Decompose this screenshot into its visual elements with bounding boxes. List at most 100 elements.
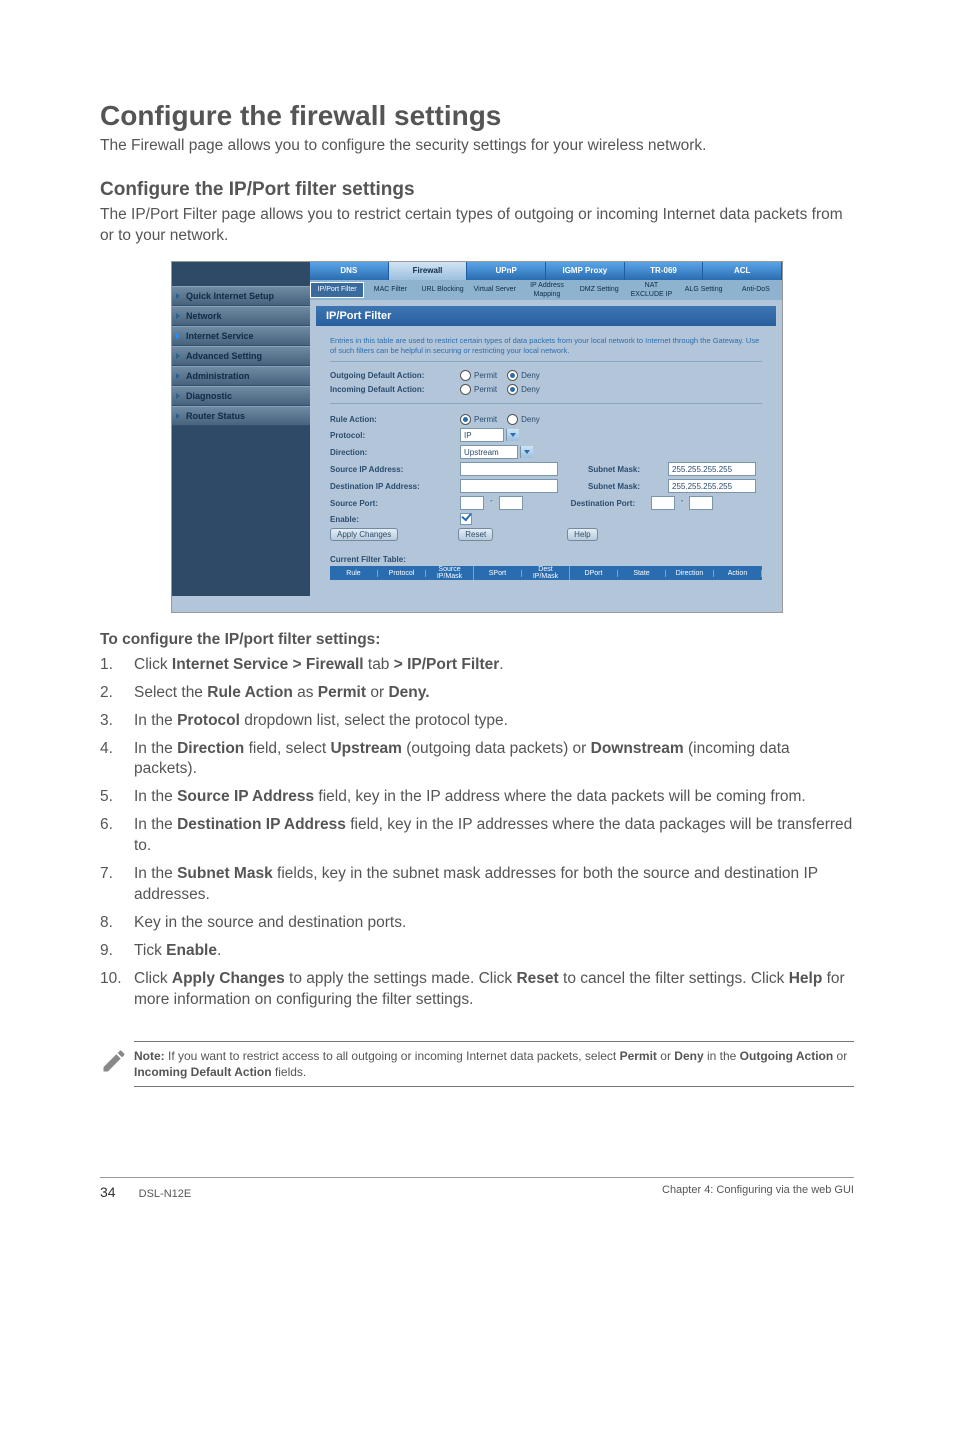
outgoing-deny-radio[interactable] [507,370,518,381]
sidebar: Quick Internet Setup Network Internet Se… [172,262,310,596]
step-4: In the Direction field, select Upstream … [100,739,854,781]
panel-info: Entries in this table are used to restri… [330,332,762,363]
subtab-ipmap[interactable]: IP Address Mapping [521,281,573,299]
note-text: Note: If you want to restrict access to … [134,1041,854,1087]
subtab-mac[interactable]: MAC Filter [364,285,416,294]
section-intro: The IP/Port Filter page allows you to re… [100,205,854,247]
rule-deny-radio[interactable] [507,414,518,425]
sidebar-item-quick-setup[interactable]: Quick Internet Setup [172,286,310,306]
reset-button[interactable]: Reset [458,528,493,541]
dst-ip-row: Destination IP Address: Subnet Mask: 255… [330,479,762,493]
deny-label-2: Deny [521,385,540,394]
rule-action-row: Rule Action: Permit Deny [330,414,762,425]
col-direction: Direction [666,570,714,577]
tab-firewall[interactable]: Firewall [389,262,468,280]
enable-checkbox[interactable] [460,513,472,525]
direction-label: Direction: [330,448,460,457]
subtab-alg[interactable]: ALG Setting [678,285,730,294]
step-8: Key in the source and destination ports. [100,913,854,934]
dst-port-to[interactable] [689,496,713,510]
permit-label: Permit [474,371,497,380]
protocol-row: Protocol: IP [330,428,762,442]
dst-ip-label: Destination IP Address: [330,482,460,491]
chevron-down-icon[interactable] [520,446,533,458]
incoming-permit-radio[interactable] [460,384,471,395]
protocol-select[interactable]: IP [460,428,504,442]
permit-label-2: Permit [474,385,497,394]
src-port-label: Source Port: [330,499,460,508]
filter-table-header: Rule Protocol Source IP/Mask SPort Dest … [330,566,762,580]
tab-upnp[interactable]: UPnP [467,262,546,280]
step-5: In the Source IP Address field, key in t… [100,787,854,808]
note-block: Note: If you want to restrict access to … [100,1041,854,1087]
apply-changes-button[interactable]: Apply Changes [330,528,398,541]
incoming-default-row: Incoming Default Action: Permit Deny [330,384,762,404]
sidebar-item-network[interactable]: Network [172,306,310,326]
col-rule: Rule [330,570,378,577]
content-area: DNS Firewall UPnP IGMP Proxy TR-069 ACL … [310,262,782,612]
subtab-antidos[interactable]: Anti-DoS [730,285,782,294]
direction-select[interactable]: Upstream [460,445,518,459]
page-title: Configure the firewall settings [100,100,854,132]
subtab-ipport[interactable]: IP/Port Filter [310,282,364,298]
footer-model: DSL-N12E [139,1188,192,1200]
section-title: Configure the IP/Port filter settings [100,179,854,201]
subnet-mask-label-1: Subnet Mask: [588,465,668,474]
col-protocol: Protocol [378,570,426,577]
col-state: State [618,570,666,577]
col-dstip: Dest IP/Mask [522,566,570,580]
dst-port-label: Destination Port: [571,499,651,508]
subtab-url[interactable]: URL Blocking [416,285,468,294]
help-button[interactable]: Help [567,528,597,541]
subnet-mask-input-2[interactable]: 255.255.255.255 [668,479,756,493]
outgoing-permit-radio[interactable] [460,370,471,381]
filter-table: Current Filter Table: Rule Protocol Sour… [330,555,762,580]
col-dport: DPort [570,570,618,577]
subtab-dmz[interactable]: DMZ Setting [573,285,625,294]
sidebar-item-diagnostic[interactable]: Diagnostic [172,386,310,406]
step-2: Select the Rule Action as Permit or Deny… [100,683,854,704]
subnet-mask-input-1[interactable]: 255.255.255.255 [668,462,756,476]
outgoing-default-row: Outgoing Default Action: Permit Deny [330,370,762,381]
incoming-deny-radio[interactable] [507,384,518,395]
rule-permit-radio[interactable] [460,414,471,425]
chevron-down-icon[interactable] [506,429,519,441]
pencil-icon [100,1041,134,1080]
panel-body: Entries in this table are used to restri… [316,326,776,591]
enable-row: Enable: [330,513,762,525]
src-ip-row: Source IP Address: Subnet Mask: 255.255.… [330,462,762,476]
subtab-nat[interactable]: NAT EXCLUDE IP [625,281,677,299]
step-9: Tick Enable. [100,941,854,962]
rule-permit-label: Permit [474,415,497,424]
src-ip-input[interactable] [460,462,558,476]
src-port-to[interactable] [499,496,523,510]
tab-igmp[interactable]: IGMP Proxy [546,262,625,280]
router-ui-screenshot: Quick Internet Setup Network Internet Se… [171,261,783,613]
sidebar-item-router-status[interactable]: Router Status [172,406,310,426]
direction-value: Upstream [464,448,499,457]
src-port-from[interactable] [460,496,484,510]
col-action: Action [714,570,762,577]
button-row: Apply Changes Reset Help [330,528,762,541]
subtab-virtual[interactable]: Virtual Server [469,285,521,294]
dst-port-from[interactable] [651,496,675,510]
page-number: 34 [100,1184,116,1200]
sidebar-item-administration[interactable]: Administration [172,366,310,386]
dst-ip-input[interactable] [460,479,558,493]
src-ip-label: Source IP Address: [330,465,460,474]
tab-acl[interactable]: ACL [703,262,782,280]
page-intro: The Firewall page allows you to configur… [100,136,854,157]
tab-dns[interactable]: DNS [310,262,389,280]
sidebar-item-internet-service[interactable]: Internet Service [172,326,310,346]
dash: - [490,496,493,510]
enable-label: Enable: [330,515,460,524]
tabs: DNS Firewall UPnP IGMP Proxy TR-069 ACL [310,262,782,280]
col-sport: SPort [474,570,522,577]
footer-chapter: Chapter 4: Configuring via the web GUI [662,1184,854,1200]
panel-title: IP/Port Filter [316,306,776,326]
protocol-value: IP [464,431,472,440]
subnet-mask-label-2: Subnet Mask: [588,482,668,491]
step-1: Click Internet Service > Firewall tab > … [100,655,854,676]
tab-tr069[interactable]: TR-069 [625,262,704,280]
sidebar-item-advanced[interactable]: Advanced Setting [172,346,310,366]
